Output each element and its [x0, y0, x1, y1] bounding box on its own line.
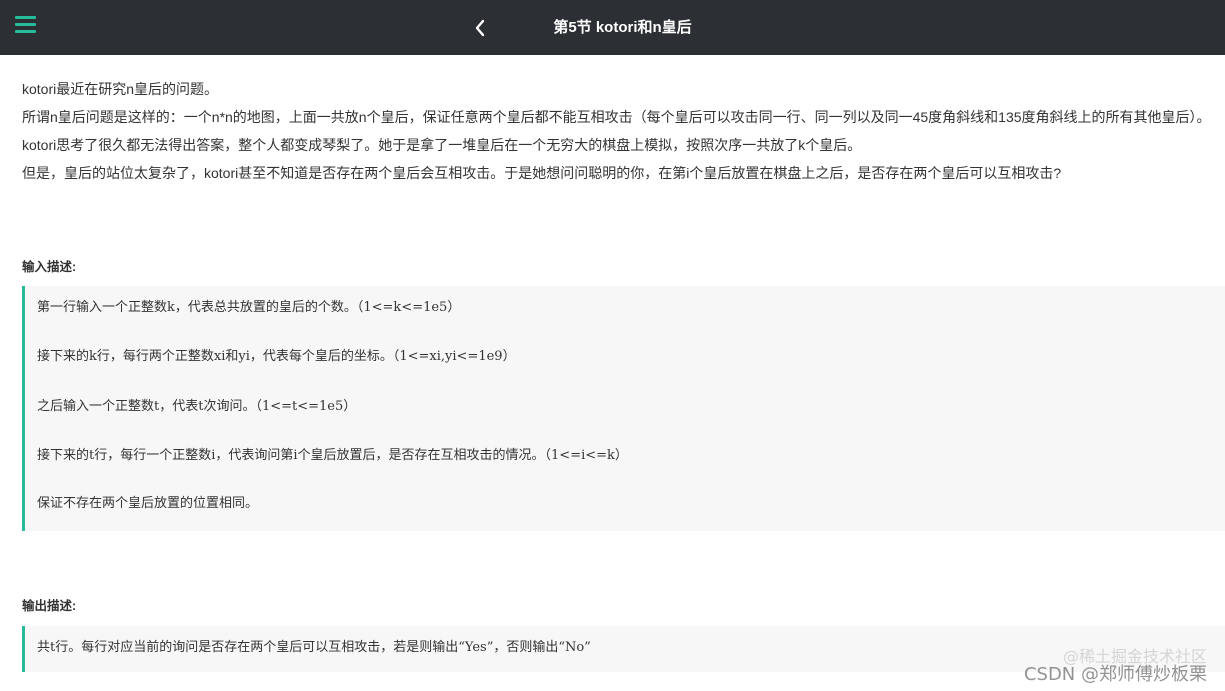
top-navigation-bar: 第5节 kotori和n皇后 — [0, 0, 1225, 55]
output-line: 共t行。每行对应当前的询问是否存在两个皇后可以互相攻击，若是则输出“Yes”，否… — [37, 640, 591, 655]
input-line: 接下来的t行，每行一个正整数i，代表询问第i个皇后放置后，是否存在互相攻击的情况… — [37, 448, 628, 463]
watermark-csdn: CSDN @郑师傅炒板栗 — [1023, 664, 1207, 685]
input-line: 之后输入一个正整数t，代表t次询问。（1<=t<=1e5） — [37, 399, 357, 414]
description-paragraph: 所谓n皇后问题是这样的：一个n*n的地图，上面一共放n个皇后，保证任意两个皇后都… — [22, 109, 1211, 125]
page-title: 第5节 kotori和n皇后 — [553, 19, 692, 36]
description-paragraph: 但是，皇后的站位太复杂了，kotori甚至不知道是否存在两个皇后会互相攻击。于是… — [22, 165, 1062, 181]
input-line: 保证不存在两个皇后放置的位置相同。 — [37, 496, 259, 511]
watermark-juejin: @稀土掘金技术社区 — [1062, 647, 1207, 666]
watermark: @稀土掘金技术社区 CSDN @郑师傅炒板栗 — [1023, 647, 1207, 685]
hamburger-menu-icon[interactable] — [15, 16, 37, 38]
input-section-title: 输入描述: — [22, 260, 77, 274]
description-paragraph: kotori最近在研究n皇后的问题。 — [22, 81, 219, 97]
input-line: 接下来的k行，每行两个正整数xi和yi，代表每个皇后的坐标。（1<=xi,yi<… — [37, 349, 516, 364]
input-line: 第一行输入一个正整数k，代表总共放置的皇后的个数。（1<=k<=1e5） — [37, 300, 461, 315]
back-chevron-icon[interactable] — [470, 17, 490, 39]
description-paragraph: kotori思考了很久都无法得出答案，整个人都变成琴梨了。她于是拿了一堆皇后在一… — [22, 137, 862, 153]
input-description-block: 第一行输入一个正整数k，代表总共放置的皇后的个数。（1<=k<=1e5） 接下来… — [22, 286, 1225, 531]
problem-description: kotori最近在研究n皇后的问题。 所谓n皇后问题是这样的：一个n*n的地图，… — [22, 78, 1217, 190]
output-section-title: 输出描述: — [22, 599, 77, 613]
